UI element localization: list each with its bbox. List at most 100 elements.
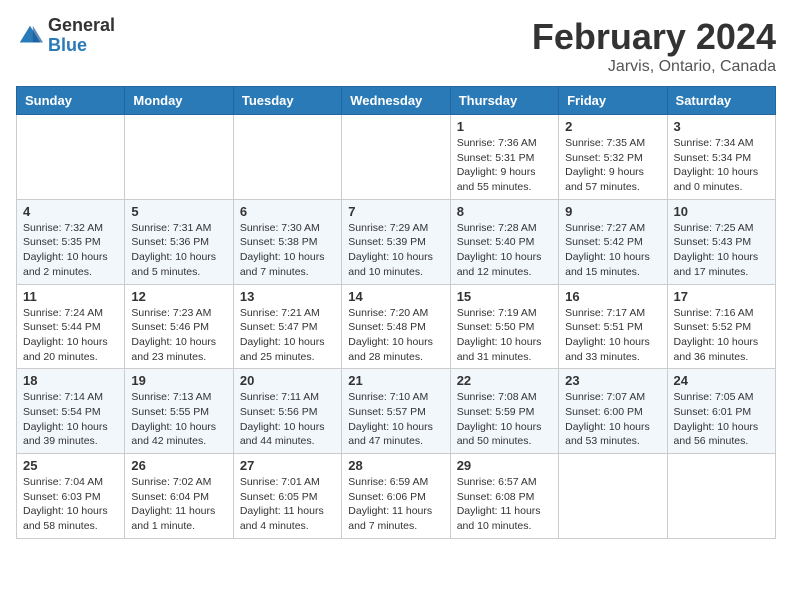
calendar-week-1: 1 Sunrise: 7:36 AM Sunset: 5:31 PM Daylig… [17,115,776,200]
calendar-cell [667,454,775,539]
day-info: Sunrise: 7:34 AM Sunset: 5:34 PM Dayligh… [674,136,769,195]
calendar-cell: 22 Sunrise: 7:08 AM Sunset: 5:59 PM Dayli… [450,369,558,454]
day-info: Sunrise: 7:36 AM Sunset: 5:31 PM Dayligh… [457,136,552,195]
calendar-cell: 4 Sunrise: 7:32 AM Sunset: 5:35 PM Daylig… [17,199,125,284]
weekday-header-sunday: Sunday [17,87,125,115]
logo-general: General [48,16,115,36]
weekday-header-wednesday: Wednesday [342,87,450,115]
day-number: 14 [348,289,443,304]
day-number: 25 [23,458,118,473]
day-number: 13 [240,289,335,304]
day-info: Sunrise: 6:57 AM Sunset: 6:08 PM Dayligh… [457,475,552,534]
day-number: 20 [240,373,335,388]
calendar-cell: 6Sunrise: 7:30 AM Sunset: 5:38 PM Daylig… [233,199,341,284]
day-number: 15 [457,289,552,304]
page-header: General Blue February 2024 Jarvis, Ontar… [16,16,776,76]
calendar-cell: 27 Sunrise: 7:01 AM Sunset: 6:05 PM Dayli… [233,454,341,539]
day-number: 26 [131,458,226,473]
day-number: 1 [457,119,552,134]
day-info: Sunrise: 7:04 AM Sunset: 6:03 PM Dayligh… [23,475,118,534]
day-info: Sunrise: 7:13 AM Sunset: 5:55 PM Dayligh… [131,390,226,449]
day-number: 27 [240,458,335,473]
day-number: 3 [674,119,769,134]
day-number: 18 [23,373,118,388]
calendar-cell: 19 Sunrise: 7:13 AM Sunset: 5:55 PM Dayli… [125,369,233,454]
calendar-cell: 24 Sunrise: 7:05 AM Sunset: 6:01 PM Dayli… [667,369,775,454]
day-number: 22 [457,373,552,388]
calendar-cell: 9 Sunrise: 7:27 AM Sunset: 5:42 PM Daylig… [559,199,667,284]
day-info: Sunrise: 7:20 AM Sunset: 5:48 PM Dayligh… [348,306,443,365]
calendar-cell: 26 Sunrise: 7:02 AM Sunset: 6:04 PM Dayli… [125,454,233,539]
weekday-header-tuesday: Tuesday [233,87,341,115]
logo: General Blue [16,16,115,56]
day-number: 24 [674,373,769,388]
calendar-cell: 15 Sunrise: 7:19 AM Sunset: 5:50 PM Dayli… [450,284,558,369]
calendar-cell [559,454,667,539]
calendar-cell: 20 Sunrise: 7:11 AM Sunset: 5:56 PM Dayli… [233,369,341,454]
calendar-cell: 28Sunrise: 6:59 AM Sunset: 6:06 PM Dayli… [342,454,450,539]
day-info: Sunrise: 7:02 AM Sunset: 6:04 PM Dayligh… [131,475,226,534]
day-info: Sunrise: 7:24 AM Sunset: 5:44 PM Dayligh… [23,306,118,365]
day-info: Sunrise: 7:11 AM Sunset: 5:56 PM Dayligh… [240,390,335,449]
day-info: Sunrise: 7:07 AM Sunset: 6:00 PM Dayligh… [565,390,660,449]
calendar-cell: 3 Sunrise: 7:34 AM Sunset: 5:34 PM Daylig… [667,115,775,200]
day-number: 8 [457,204,552,219]
calendar-cell: 25 Sunrise: 7:04 AM Sunset: 6:03 PM Dayli… [17,454,125,539]
calendar-cell: 8 Sunrise: 7:28 AM Sunset: 5:40 PM Daylig… [450,199,558,284]
day-number: 17 [674,289,769,304]
day-number: 2 [565,119,660,134]
day-info: Sunrise: 7:30 AM Sunset: 5:38 PM Dayligh… [240,221,335,280]
calendar-cell: 1 Sunrise: 7:36 AM Sunset: 5:31 PM Daylig… [450,115,558,200]
day-info: Sunrise: 7:29 AM Sunset: 5:39 PM Dayligh… [348,221,443,280]
logo-blue: Blue [48,36,115,56]
calendar-cell: 2 Sunrise: 7:35 AM Sunset: 5:32 PM Daylig… [559,115,667,200]
calendar-week-4: 18Sunrise: 7:14 AM Sunset: 5:54 PM Dayli… [17,369,776,454]
calendar-cell [17,115,125,200]
logo-icon [16,22,44,50]
logo-text: General Blue [48,16,115,56]
day-number: 4 [23,204,118,219]
day-number: 11 [23,289,118,304]
day-info: Sunrise: 7:19 AM Sunset: 5:50 PM Dayligh… [457,306,552,365]
day-info: Sunrise: 7:08 AM Sunset: 5:59 PM Dayligh… [457,390,552,449]
day-info: Sunrise: 7:35 AM Sunset: 5:32 PM Dayligh… [565,136,660,195]
day-info: Sunrise: 7:31 AM Sunset: 5:36 PM Dayligh… [131,221,226,280]
day-info: Sunrise: 7:17 AM Sunset: 5:51 PM Dayligh… [565,306,660,365]
day-number: 10 [674,204,769,219]
calendar-week-2: 4 Sunrise: 7:32 AM Sunset: 5:35 PM Daylig… [17,199,776,284]
calendar-week-3: 11 Sunrise: 7:24 AM Sunset: 5:44 PM Dayli… [17,284,776,369]
day-number: 5 [131,204,226,219]
location-title: Jarvis, Ontario, Canada [532,58,776,76]
calendar-cell: 29 Sunrise: 6:57 AM Sunset: 6:08 PM Dayli… [450,454,558,539]
month-title: February 2024 [532,16,776,58]
day-info: Sunrise: 7:01 AM Sunset: 6:05 PM Dayligh… [240,475,335,534]
calendar-week-5: 25 Sunrise: 7:04 AM Sunset: 6:03 PM Dayli… [17,454,776,539]
calendar-cell: 5 Sunrise: 7:31 AM Sunset: 5:36 PM Daylig… [125,199,233,284]
calendar-table: SundayMondayTuesdayWednesdayThursdayFrid… [16,86,776,539]
weekday-header-thursday: Thursday [450,87,558,115]
day-number: 12 [131,289,226,304]
calendar-cell: 17 Sunrise: 7:16 AM Sunset: 5:52 PM Dayli… [667,284,775,369]
day-number: 7 [348,204,443,219]
calendar-cell [233,115,341,200]
day-info: Sunrise: 7:28 AM Sunset: 5:40 PM Dayligh… [457,221,552,280]
calendar-cell: 16Sunrise: 7:17 AM Sunset: 5:51 PM Dayli… [559,284,667,369]
day-number: 23 [565,373,660,388]
day-number: 9 [565,204,660,219]
day-number: 19 [131,373,226,388]
day-number: 29 [457,458,552,473]
day-info: Sunrise: 7:23 AM Sunset: 5:46 PM Dayligh… [131,306,226,365]
title-area: February 2024 Jarvis, Ontario, Canada [532,16,776,76]
weekday-header-friday: Friday [559,87,667,115]
calendar-cell: 10 Sunrise: 7:25 AM Sunset: 5:43 PM Dayli… [667,199,775,284]
calendar-cell: 13 Sunrise: 7:21 AM Sunset: 5:47 PM Dayli… [233,284,341,369]
calendar-cell: 11 Sunrise: 7:24 AM Sunset: 5:44 PM Dayli… [17,284,125,369]
calendar-cell: 12 Sunrise: 7:23 AM Sunset: 5:46 PM Dayli… [125,284,233,369]
day-info: Sunrise: 7:21 AM Sunset: 5:47 PM Dayligh… [240,306,335,365]
day-info: Sunrise: 7:27 AM Sunset: 5:42 PM Dayligh… [565,221,660,280]
day-info: Sunrise: 7:16 AM Sunset: 5:52 PM Dayligh… [674,306,769,365]
calendar-cell: 14 Sunrise: 7:20 AM Sunset: 5:48 PM Dayli… [342,284,450,369]
day-info: Sunrise: 7:25 AM Sunset: 5:43 PM Dayligh… [674,221,769,280]
day-info: Sunrise: 7:32 AM Sunset: 5:35 PM Dayligh… [23,221,118,280]
day-info: Sunrise: 7:05 AM Sunset: 6:01 PM Dayligh… [674,390,769,449]
